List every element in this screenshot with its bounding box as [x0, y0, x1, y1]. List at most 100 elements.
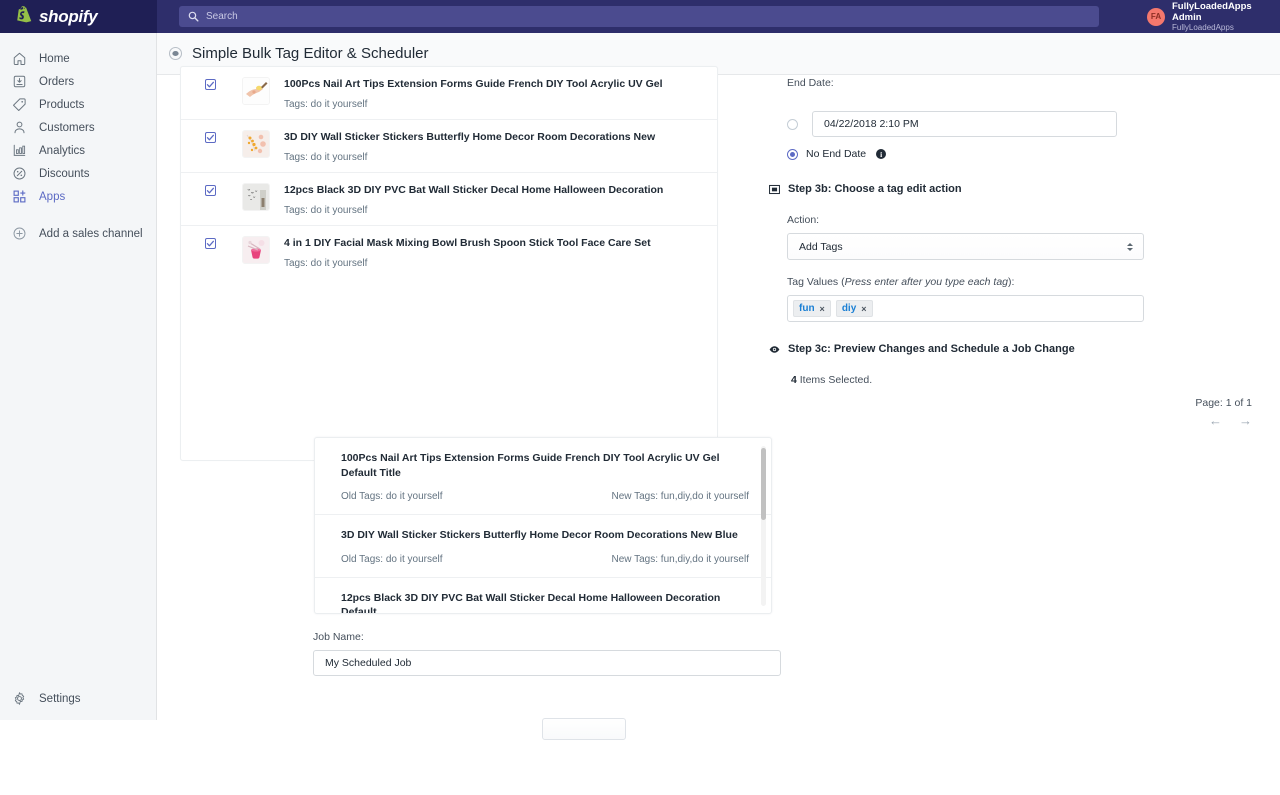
gear-icon — [12, 691, 27, 706]
tag-values-label-hint: Press enter after you type each tag — [845, 276, 1008, 288]
step-3b-title: Step 3b: Choose a tag edit action — [788, 183, 962, 195]
preview-title: 3D DIY Wall Sticker Stickers Butterfly H… — [341, 528, 749, 543]
product-list-column: 100Pcs Nail Art Tips Extension Forms Gui… — [171, 75, 741, 720]
preview-title: 12pcs Black 3D DIY PVC Bat Wall Sticker … — [341, 591, 749, 615]
analytics-bar-icon — [12, 143, 27, 158]
product-thumbnail — [242, 183, 270, 211]
product-thumbnail — [242, 236, 270, 264]
product-row[interactable]: 4 in 1 DIY Facial Mask Mixing Bowl Brush… — [181, 226, 717, 278]
user-name: FullyLoadedApps Admin — [1172, 1, 1280, 23]
action-select[interactable]: Add Tags — [787, 233, 1144, 260]
shopify-logo[interactable]: shopify — [0, 0, 157, 33]
preview-scroll-area[interactable]: 100Pcs Nail Art Tips Extension Forms Gui… — [315, 438, 771, 613]
shopify-wordmark: shopify — [39, 7, 97, 27]
end-date-radio[interactable] — [787, 119, 798, 130]
preview-row: 100Pcs Nail Art Tips Extension Forms Gui… — [315, 438, 771, 515]
preview-changes-card: 100Pcs Nail Art Tips Extension Forms Gui… — [314, 437, 772, 614]
sidebar-item-discounts[interactable]: Discounts — [0, 162, 156, 185]
product-title: 3D DIY Wall Sticker Stickers Butterfly H… — [284, 130, 655, 144]
product-checkbox[interactable] — [205, 238, 216, 249]
info-icon[interactable]: i — [876, 149, 886, 159]
product-checkbox[interactable] — [205, 132, 216, 143]
wall-sticker-thumb — [243, 131, 269, 157]
arrow-right-icon[interactable]: → — [1239, 414, 1252, 427]
check-icon — [206, 80, 215, 89]
top-bar: shopify Search FA FullyLoadedApps Admin … — [0, 0, 1280, 33]
home-icon — [12, 51, 27, 66]
submit-button[interactable] — [542, 718, 626, 740]
product-checkbox[interactable] — [205, 79, 216, 90]
bat-sticker-thumb — [243, 184, 269, 210]
discounts-percent-icon — [12, 166, 27, 181]
main-content: 100Pcs Nail Art Tips Extension Forms Gui… — [157, 75, 1280, 720]
step-3c-title: Step 3c: Preview Changes and Schedule a … — [788, 343, 1075, 355]
avatar: FA — [1147, 8, 1165, 26]
step-3c-header: Step 3c: Preview Changes and Schedule a … — [765, 343, 1265, 355]
sidebar-item-customers[interactable]: Customers — [0, 116, 156, 139]
tag-chip-remove-icon[interactable]: × — [861, 304, 866, 314]
tag-values-input[interactable]: fun × diy × — [787, 295, 1144, 322]
sidebar-item-orders[interactable]: Orders — [0, 70, 156, 93]
no-end-date-radio[interactable] — [787, 149, 798, 160]
sidebar-item-label: Products — [39, 99, 84, 111]
product-row[interactable]: 12pcs Black 3D DIY PVC Bat Wall Sticker … — [181, 173, 717, 226]
sidebar-item-label: Add a sales channel — [39, 228, 143, 240]
product-title: 12pcs Black 3D DIY PVC Bat Wall Sticker … — [284, 183, 663, 197]
product-title: 100Pcs Nail Art Tips Extension Forms Gui… — [284, 77, 663, 91]
job-name-input[interactable]: My Scheduled Job — [313, 650, 781, 676]
product-tags: Tags: do it yourself — [284, 205, 663, 216]
no-end-date-label: No End Date — [806, 148, 866, 160]
sidebar-item-label: Analytics — [39, 145, 85, 157]
sidebar-item-label: Discounts — [39, 168, 90, 180]
preview-row: 3D DIY Wall Sticker Stickers Butterfly H… — [315, 515, 771, 578]
radio-step-icon — [769, 184, 780, 195]
tag-chip-label: diy — [842, 303, 856, 314]
preview-scrollbar-thumb[interactable] — [761, 448, 766, 520]
product-checkbox[interactable] — [205, 185, 216, 196]
no-end-date-row[interactable]: No End Date i — [765, 148, 1265, 160]
sidebar-item-label: Apps — [39, 191, 65, 203]
app-badge-icon — [168, 46, 183, 61]
check-icon — [206, 133, 215, 142]
preview-new-tags: New Tags: fun,diy,do it yourself — [612, 491, 749, 502]
tag-values-label-suffix: ): — [1008, 276, 1014, 288]
search-input[interactable]: Search — [179, 6, 1099, 27]
tag-values-label: Tag Values (Press enter after you type e… — [787, 276, 1265, 288]
sidebar-item-apps[interactable]: Apps — [0, 185, 156, 208]
tag-chip[interactable]: diy × — [836, 300, 873, 317]
search-icon — [188, 11, 199, 22]
product-row[interactable]: 100Pcs Nail Art Tips Extension Forms Gui… — [181, 67, 717, 120]
sidebar: Home Orders Products Customers — [0, 33, 157, 720]
preview-pager: Page: 1 of 1 ← → — [1195, 397, 1252, 427]
end-date-input[interactable]: 04/22/2018 2:10 PM — [812, 111, 1117, 137]
tag-chip-label: fun — [799, 303, 815, 314]
preview-old-tags: Old Tags: do it yourself — [341, 554, 443, 565]
action-select-value: Add Tags — [799, 241, 843, 253]
sidebar-item-label: Settings — [39, 693, 81, 705]
job-name-label: Job Name: — [313, 631, 783, 643]
tag-chip-remove-icon[interactable]: × — [820, 304, 825, 314]
action-field-group: Action: Add Tags Tag Values (Press enter… — [765, 214, 1265, 322]
check-icon — [206, 239, 215, 248]
page-indicator: Page: 1 of 1 — [1195, 397, 1252, 409]
product-row[interactable]: 3D DIY Wall Sticker Stickers Butterfly H… — [181, 120, 717, 173]
sidebar-item-label: Orders — [39, 76, 74, 88]
job-name-group: Job Name: My Scheduled Job — [313, 631, 783, 676]
chevron-updown-icon — [1127, 243, 1133, 251]
sidebar-item-home[interactable]: Home — [0, 47, 156, 70]
sidebar-item-add-sales-channel[interactable]: Add a sales channel — [0, 222, 156, 245]
product-thumbnail — [242, 130, 270, 158]
sidebar-item-analytics[interactable]: Analytics — [0, 139, 156, 162]
sidebar-item-products[interactable]: Products — [0, 93, 156, 116]
user-menu[interactable]: FA FullyLoadedApps Admin FullyLoadedApps — [1125, 0, 1280, 33]
facial-mask-thumb — [243, 237, 269, 263]
product-thumbnail — [242, 77, 270, 105]
nail-art-thumb — [243, 78, 269, 104]
arrow-left-icon[interactable]: ← — [1209, 414, 1222, 427]
product-tags: Tags: do it yourself — [284, 152, 655, 163]
sidebar-item-settings[interactable]: Settings — [0, 687, 157, 710]
schedule-column: End Date: 04/22/2018 2:10 PM No End Date… — [765, 75, 1265, 720]
product-tags: Tags: do it yourself — [284, 258, 651, 269]
tag-chip[interactable]: fun × — [793, 300, 831, 317]
step-3b-header: Step 3b: Choose a tag edit action — [765, 183, 1265, 195]
